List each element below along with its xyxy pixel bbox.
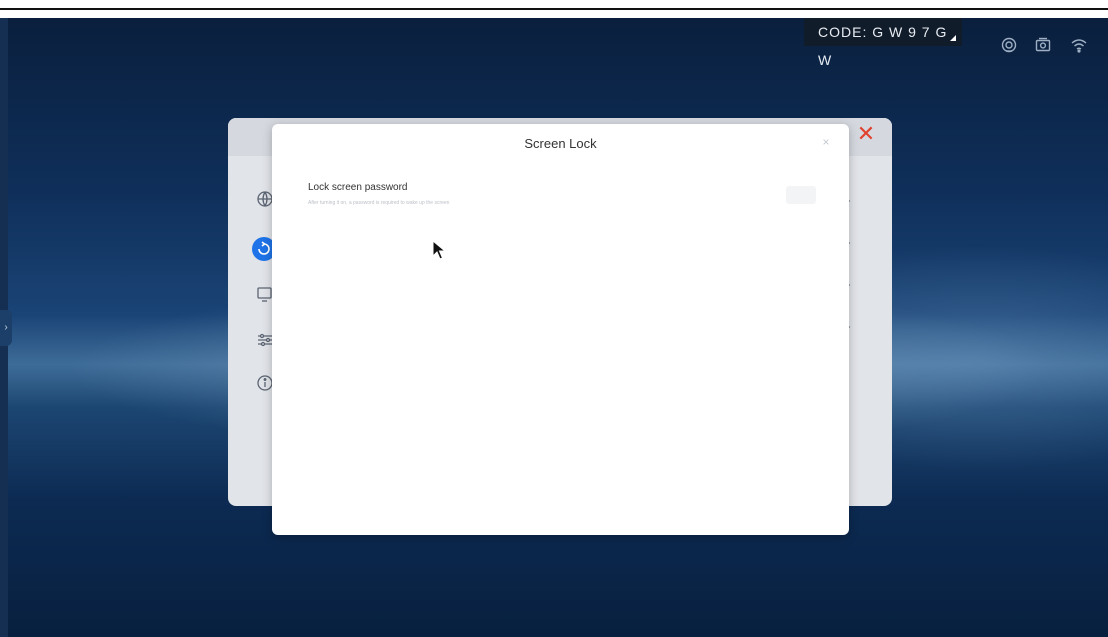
connection-code-text: CODE: G W 9 7 G W: [818, 24, 948, 68]
lock-password-description: After turning it on, a password is requi…: [308, 200, 450, 206]
dialog-close-icon[interactable]: ×: [818, 134, 834, 150]
corner-mark-icon: [950, 35, 956, 41]
screenshot-icon[interactable]: [1034, 36, 1052, 54]
dialog-title: Screen Lock: [524, 136, 597, 151]
lock-password-label: Lock screen password: [308, 182, 408, 193]
lock-password-toggle[interactable]: [786, 186, 816, 204]
side-drawer-handle[interactable]: ›: [0, 310, 12, 346]
wifi-icon[interactable]: [1070, 36, 1088, 54]
cast-icon[interactable]: [1000, 36, 1018, 54]
mouse-pointer-icon: [432, 239, 447, 260]
connection-code-badge: CODE: G W 9 7 G W: [804, 18, 962, 68]
screen-lock-dialog: Screen Lock × Lock screen password After…: [272, 124, 849, 535]
top-border-line: [0, 8, 1108, 10]
settings-close-icon[interactable]: ✕: [856, 123, 876, 145]
